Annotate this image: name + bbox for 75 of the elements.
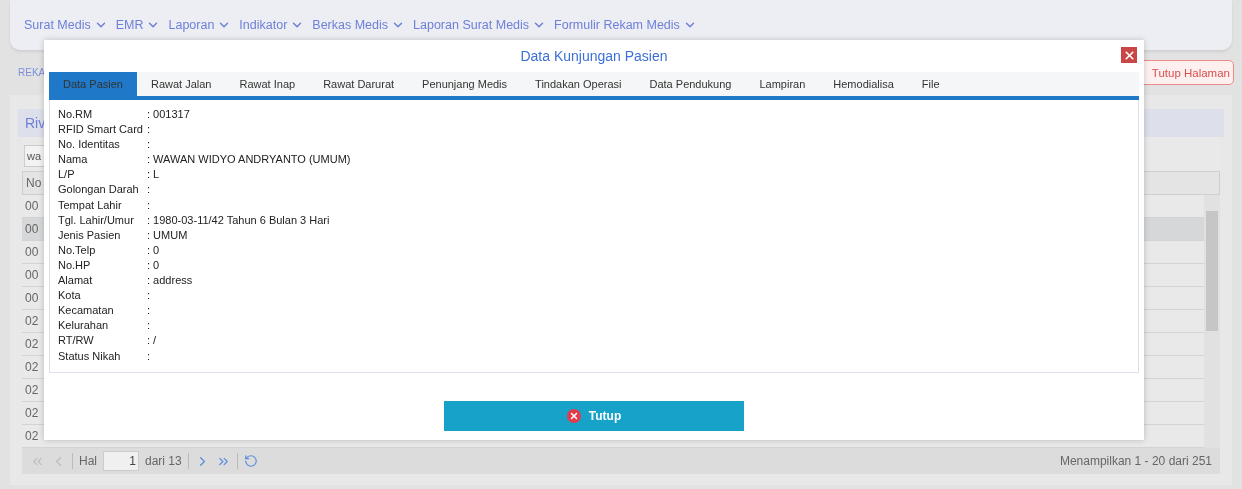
field-value: : UMUM: [147, 228, 189, 243]
field-label: Nama: [58, 153, 89, 168]
field-value: :: [147, 183, 152, 198]
field-value: : /: [147, 334, 158, 349]
field-label: Kelurahan: [58, 319, 110, 334]
field-label: Tempat Lahir: [58, 198, 123, 213]
field-value: : 1980-03-11/42 Tahun 6 Bulan 3 Hari: [147, 213, 331, 228]
menu-item[interactable]: Formulir Rekam Medis: [554, 18, 697, 32]
table-cell: 00: [25, 291, 39, 305]
tab[interactable]: Data Pendukung: [635, 72, 746, 96]
modal-title: Data Kunjungan Pasien: [520, 48, 668, 64]
field-value: : address: [147, 274, 194, 289]
field-label: Kecamatan: [58, 304, 115, 319]
tab[interactable]: Data Pasien: [49, 72, 137, 96]
table-cell: 00: [25, 199, 39, 213]
tab[interactable]: Rawat Jalan: [136, 72, 226, 96]
breadcrumb[interactable]: REKA: [18, 67, 46, 78]
tab[interactable]: Tindakan Operasi: [521, 72, 636, 96]
tab[interactable]: Lampiran: [745, 72, 820, 96]
field-value: :: [147, 198, 152, 213]
field-value: : 001317: [147, 108, 191, 122]
field-value: : 0: [147, 243, 161, 258]
menu-item[interactable]: EMR: [115, 18, 161, 32]
page-summary: Menampilkan 1 - 20 dari 251: [1059, 454, 1212, 468]
refresh-icon[interactable]: [243, 454, 258, 468]
table-cell: 02: [25, 406, 39, 420]
tab[interactable]: File: [907, 72, 954, 96]
field-label: L/P: [58, 168, 76, 183]
close-button[interactable]: [1121, 47, 1137, 63]
menu-item[interactable]: Berkas Medis: [312, 18, 406, 32]
close-button[interactable]: Tutup: [444, 400, 744, 431]
field-value: : WAWAN WIDYO ANDRYANTO (UMUM): [147, 153, 352, 168]
field-label: RFID Smart Card: [58, 123, 144, 138]
tab[interactable]: Rawat Darurat: [309, 72, 409, 96]
field-label: Tgl. Lahir/Umur: [58, 213, 135, 228]
field-label: RT/RW: [58, 334, 95, 349]
page-count: dari 13: [145, 454, 182, 468]
column-header: No: [26, 176, 42, 190]
close-icon: [1122, 48, 1136, 62]
page-label: Hal: [79, 454, 97, 468]
tab[interactable]: Penunjang Medis: [408, 72, 522, 96]
field-value: : L: [147, 168, 161, 183]
field-value: :: [147, 319, 152, 334]
tab[interactable]: Hemodialisa: [819, 72, 908, 96]
table-cell: 02: [25, 337, 39, 351]
field-label: No.HP: [58, 258, 92, 273]
scrollbar[interactable]: [1204, 195, 1220, 448]
field-value: : 0: [147, 258, 161, 273]
field-value: :: [147, 304, 152, 319]
field-value: :: [147, 123, 152, 138]
menu-item[interactable]: Surat Medis: [24, 18, 108, 32]
table-cell: 02: [25, 360, 39, 374]
table-cell: 02: [25, 314, 39, 328]
field-value: :: [147, 138, 152, 153]
field-label: No. Identitas: [58, 138, 121, 153]
panel-title: Riv: [25, 115, 46, 131]
table-cell: 02: [25, 429, 39, 443]
field-label: Alamat: [58, 274, 94, 289]
field-label: No.Telp: [58, 243, 97, 258]
field-value: :: [147, 349, 152, 364]
table-cell: 00: [25, 245, 39, 259]
table-cell: 02: [25, 383, 39, 397]
page-input[interactable]: 1: [103, 451, 139, 471]
field-value: :: [147, 289, 152, 304]
menu-item[interactable]: Laporan Surat Medis: [413, 18, 547, 32]
field-label: Status Nikah: [58, 349, 122, 364]
field-label: Golongan Darah: [58, 183, 140, 198]
menu-item[interactable]: Indikator: [239, 18, 305, 32]
tab[interactable]: Rawat Inap: [225, 72, 310, 96]
table-cell: 00: [25, 222, 39, 236]
table-cell: 00: [25, 268, 39, 282]
field-label: No.RM: [58, 108, 94, 122]
menu-item[interactable]: Laporan: [168, 18, 232, 32]
field-label: Jenis Pasien: [58, 228, 122, 243]
field-label: Kota: [58, 289, 82, 304]
